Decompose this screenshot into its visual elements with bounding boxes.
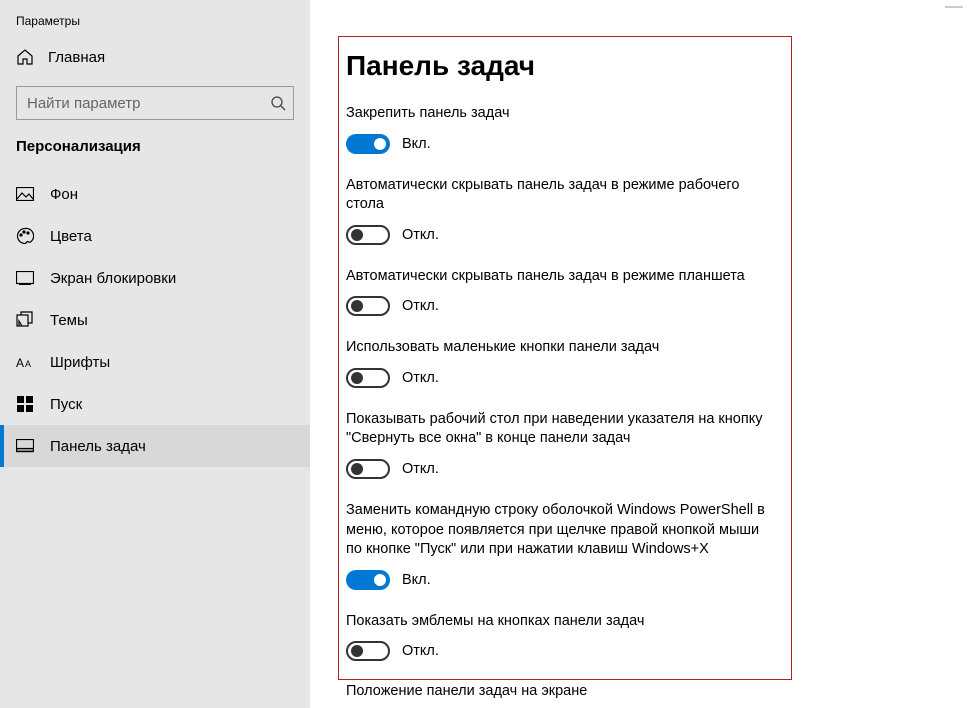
sidebar-item-label: Шрифты xyxy=(50,354,110,371)
home-label: Главная xyxy=(48,49,105,66)
setting-5: Заменить командную строку оболочкой Wind… xyxy=(346,501,776,590)
setting-0: Закрепить панель задач Вкл. xyxy=(346,104,776,154)
nav-list: Фон Цвета Экран блокировки xyxy=(0,173,310,467)
search-box xyxy=(16,86,294,120)
toggle-state-label: Откл. xyxy=(402,370,439,386)
toggle-state-label: Вкл. xyxy=(402,572,431,588)
window-title: Параметры xyxy=(0,0,310,38)
minimize-icon[interactable] xyxy=(945,6,963,8)
toggle-state-label: Откл. xyxy=(402,227,439,243)
setting-3: Использовать маленькие кнопки панели зад… xyxy=(346,338,776,388)
main-content: Панель задач Закрепить панель задач Вкл. А… xyxy=(310,0,969,708)
category-title: Персонализация xyxy=(0,138,310,173)
toggle-switch[interactable] xyxy=(346,296,390,316)
toggle-switch[interactable] xyxy=(346,641,390,661)
toggle-switch[interactable] xyxy=(346,225,390,245)
picture-icon xyxy=(16,185,34,203)
sidebar-item-label: Фон xyxy=(50,186,78,203)
setting-label: Показывать рабочий стол при наведении ук… xyxy=(346,410,776,449)
palette-icon xyxy=(16,227,34,245)
toggle-state-label: Вкл. xyxy=(402,136,431,152)
lock-screen-icon xyxy=(16,269,34,287)
setting-1: Автоматически скрывать панель задач в ре… xyxy=(346,176,776,245)
page-title: Панель задач xyxy=(346,50,776,82)
themes-icon xyxy=(16,311,34,329)
setting-6: Показать эмблемы на кнопках панели задач… xyxy=(346,612,776,662)
setting-2: Автоматически скрывать панель задач в ре… xyxy=(346,267,776,317)
next-section-label: Положение панели задач на экране xyxy=(346,683,776,699)
toggle-switch[interactable] xyxy=(346,459,390,479)
fonts-icon: AA xyxy=(16,353,34,371)
sidebar: Параметры Главная Персонализация Фон xyxy=(0,0,310,708)
sidebar-item-label: Панель задач xyxy=(50,438,146,455)
toggle-state-label: Откл. xyxy=(402,298,439,314)
taskbar-icon xyxy=(16,437,34,455)
svg-text:A: A xyxy=(25,359,31,369)
setting-label: Показать эмблемы на кнопках панели задач xyxy=(346,612,776,632)
setting-label: Заменить командную строку оболочкой Wind… xyxy=(346,501,776,560)
sidebar-item-fonts[interactable]: AA Шрифты xyxy=(0,341,310,383)
sidebar-item-background[interactable]: Фон xyxy=(0,173,310,215)
home-icon xyxy=(16,48,34,66)
sidebar-item-colors[interactable]: Цвета xyxy=(0,215,310,257)
search-input[interactable] xyxy=(16,86,294,120)
svg-text:A: A xyxy=(16,356,24,370)
sidebar-item-lockscreen[interactable]: Экран блокировки xyxy=(0,257,310,299)
sidebar-item-label: Цвета xyxy=(50,228,92,245)
home-nav[interactable]: Главная xyxy=(0,38,310,76)
setting-label: Закрепить панель задач xyxy=(346,104,776,124)
setting-4: Показывать рабочий стол при наведении ук… xyxy=(346,410,776,479)
sidebar-item-label: Темы xyxy=(50,312,88,329)
start-icon xyxy=(16,395,34,413)
sidebar-item-label: Экран блокировки xyxy=(50,270,176,287)
toggle-switch[interactable] xyxy=(346,368,390,388)
toggle-state-label: Откл. xyxy=(402,461,439,477)
setting-label: Автоматически скрывать панель задач в ре… xyxy=(346,267,776,287)
toggle-state-label: Откл. xyxy=(402,643,439,659)
sidebar-item-start[interactable]: Пуск xyxy=(0,383,310,425)
toggle-switch[interactable] xyxy=(346,134,390,154)
setting-label: Автоматически скрывать панель задач в ре… xyxy=(346,176,776,215)
sidebar-item-label: Пуск xyxy=(50,396,82,413)
search-icon xyxy=(270,95,286,111)
sidebar-item-taskbar[interactable]: Панель задач xyxy=(0,425,310,467)
toggle-switch[interactable] xyxy=(346,570,390,590)
sidebar-item-themes[interactable]: Темы xyxy=(0,299,310,341)
setting-label: Использовать маленькие кнопки панели зад… xyxy=(346,338,776,358)
